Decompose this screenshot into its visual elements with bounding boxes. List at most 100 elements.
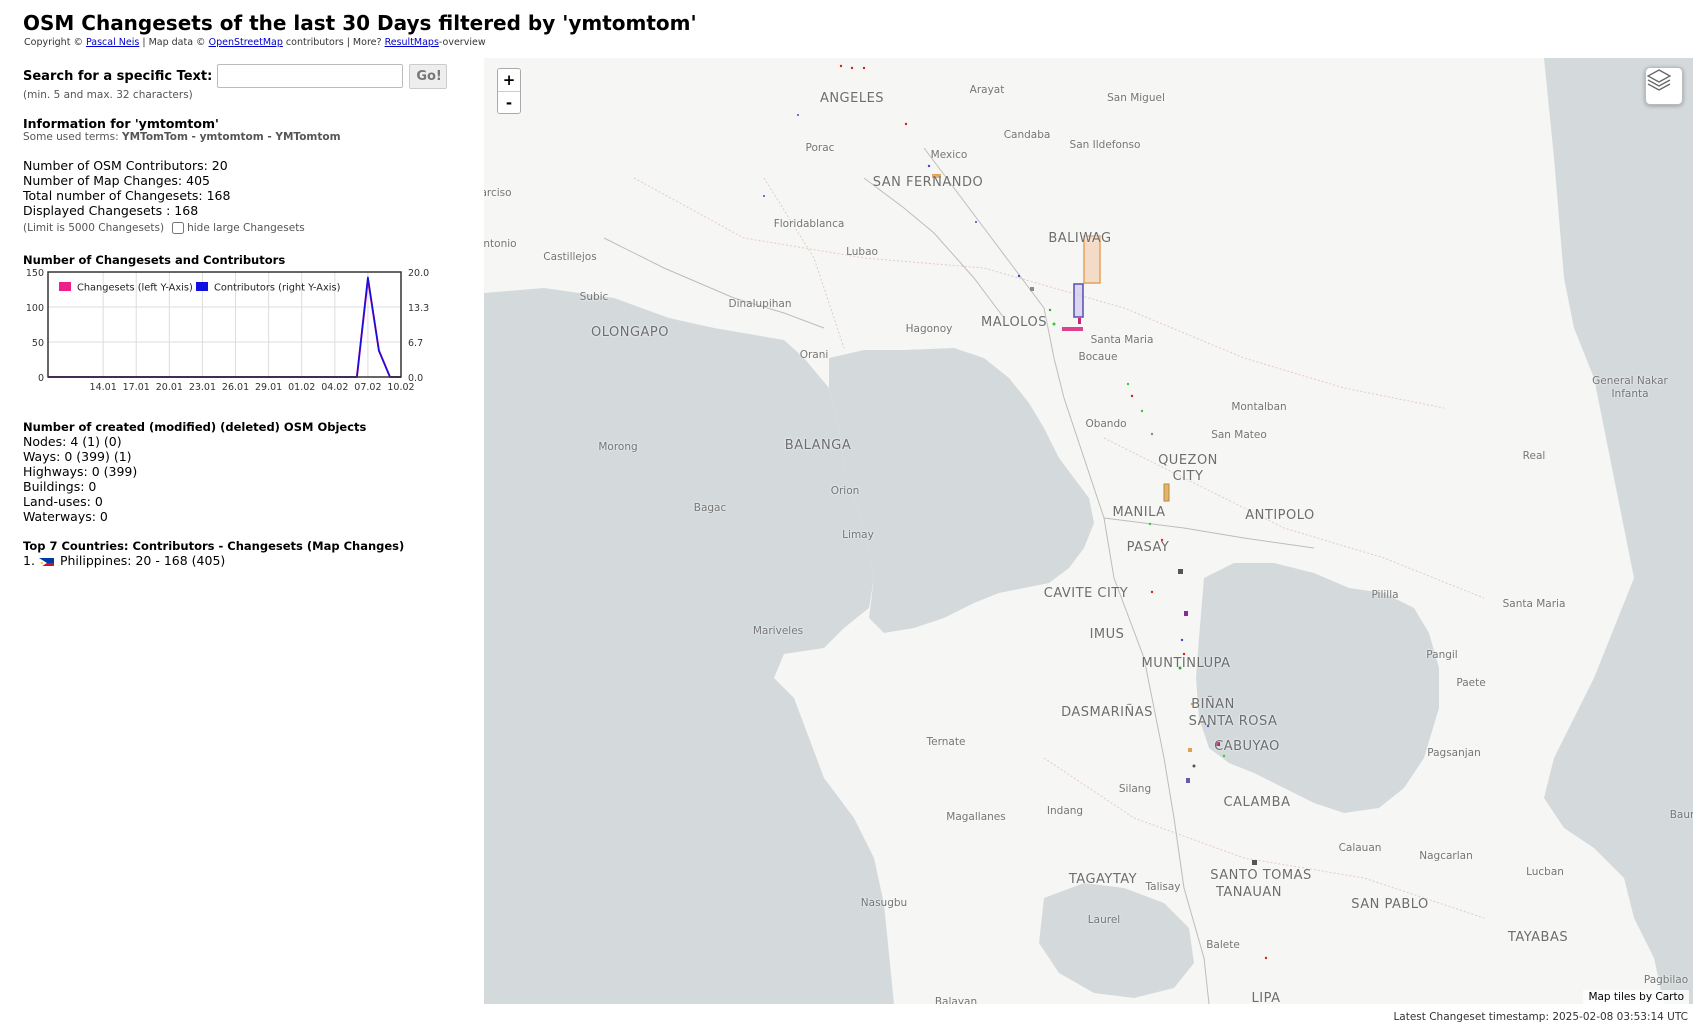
chart-left-tick-label: 50 (32, 338, 44, 349)
limit-text: (Limit is 5000 Changesets) (23, 222, 165, 234)
go-button[interactable]: Go! (409, 63, 448, 89)
map-label-lucban: Lucban (1526, 866, 1564, 878)
hide-large-label[interactable]: hide large Changesets (187, 222, 305, 234)
map-label-santo-tomas: SANTO TOMAS (1210, 868, 1312, 883)
map-label-pagbilao: Pagbilao (1643, 974, 1689, 986)
latest-timestamp: Latest Changeset timestamp: 2025-02-08 0… (1393, 1011, 1688, 1023)
legend-label-contributors: Contributors (right Y-Axis) (214, 283, 340, 294)
map-label-pililla: Pililla (1371, 589, 1399, 601)
map-label-lubao: Lubao (846, 246, 878, 258)
map-label-manila: MANILA (1112, 505, 1166, 520)
map-label-laurel: Laurel (1087, 914, 1121, 926)
map-attribution: Map tiles by Carto (1583, 990, 1689, 1004)
map-label-cabuyao: CABUYAO (1214, 739, 1280, 754)
map-label-calauan: Calauan (1338, 842, 1382, 854)
map-label-paete: Paete (1456, 677, 1486, 689)
chart-left-tick-label: 100 (26, 303, 44, 314)
chart-right-tick-label: 13.3 (408, 303, 429, 314)
chart-right-tick-label: 20.0 (408, 268, 429, 279)
search-input[interactable] (217, 64, 404, 88)
map-label-orion: Orion (830, 485, 860, 497)
legend-label-changesets: Changesets (left Y-Axis) (77, 283, 193, 294)
map-label-san-miguel: San Miguel (1107, 92, 1165, 104)
page-title: OSM Changesets of the last 30 Days filte… (23, 11, 697, 35)
map-label-quezon-city: QUEZON CITY (1158, 453, 1218, 484)
search-row: Search for a specific Text: Go! (23, 63, 448, 89)
zoom-out-button[interactable]: - (498, 91, 520, 113)
map-label-san-mateo: San Mateo (1211, 429, 1267, 441)
map-label-magallanes: Magallanes (946, 811, 1006, 823)
map-label-mariveles: Mariveles (752, 625, 804, 637)
layers-button[interactable] (1645, 67, 1683, 105)
countries-title: Top 7 Countries: Contributors - Changese… (23, 539, 405, 553)
map-label-ternate: Ternate (926, 736, 966, 748)
copyright-line: Copyright © Pascal Neis | Map data © Ope… (24, 37, 486, 48)
country-row: 1. Philippines: 20 - 168 (405) (23, 553, 225, 568)
map-label-montalban: Montalban (1231, 401, 1287, 413)
map-changes-count: Number of Map Changes: 405 (23, 173, 210, 188)
map-label-san-ildefonso: San Ildefonso (1069, 139, 1141, 151)
map-label-balanga: BALANGA (784, 438, 852, 453)
map-label-mexico: Mexico (930, 149, 968, 161)
map-label-muntinlupa: MUNTINLUPA (1141, 656, 1231, 671)
map-label-malolos: MALOLOS (981, 315, 1047, 330)
map-label-tagaytay: TAGAYTAY (1068, 872, 1138, 887)
chart-x-tick-label: 07.02 (354, 382, 381, 393)
search-hint: (min. 5 and max. 32 characters) (23, 89, 193, 101)
map-data-text: | Map data © (142, 37, 206, 48)
author-link[interactable]: Pascal Neis (86, 37, 139, 48)
objects-title: Number of created (modified) (deleted) O… (23, 420, 367, 434)
zoom-in-button[interactable]: + (498, 69, 520, 91)
waterways-count: Waterways: 0 (23, 509, 108, 524)
map-label-cavite-city: CAVITE CITY (1043, 586, 1129, 601)
overview-suffix: -overview (438, 37, 486, 48)
map-label-indang: Indang (1046, 805, 1084, 817)
map-label-silang: Silang (1118, 783, 1152, 795)
map-label-balete: Balete (1206, 939, 1240, 951)
zoom-control: + - (497, 68, 521, 114)
map-label-binan: BIÑAN (1191, 697, 1235, 712)
map-label-calamba: CALAMBA (1223, 795, 1291, 810)
map-label-lipa: LIPA (1251, 991, 1281, 1004)
info-title: Information for 'ymtomtom' (23, 116, 219, 131)
map-label-santa-maria: Santa Maria (1090, 334, 1154, 346)
map-view[interactable]: ANGELES Arayat San Miguel Porac Mexico C… (484, 58, 1693, 1004)
buildings-count: Buildings: 0 (23, 479, 97, 494)
map-label-santa-rosa: SANTA ROSA (1188, 714, 1278, 729)
map-basemap (484, 58, 1693, 1004)
chart-x-tick-label: 23.01 (189, 382, 216, 393)
map-label-balayan: Balayan (934, 996, 978, 1004)
stats-block: Number of OSM Contributors: 20 Number of… (23, 158, 230, 218)
terms-list: YMTomTom - ymtomtom - YMTomtom (122, 131, 341, 143)
highways-count: Highways: 0 (399) (23, 464, 138, 479)
legend-swatch-contributors (196, 282, 208, 291)
country-text: Philippines: 20 - 168 (405) (59, 553, 226, 568)
hide-large-checkbox[interactable] (172, 222, 185, 234)
map-label-castillejos: Castillejos (543, 251, 597, 263)
copyright-prefix: Copyright © (24, 37, 83, 48)
map-label-pagsanjan: Pagsanjan (1427, 747, 1481, 759)
layers-icon (1646, 69, 1672, 91)
map-label-pangil: Pangil (1426, 649, 1458, 661)
map-label-bagac: Bagac (693, 502, 727, 514)
legend-swatch-changesets (59, 282, 71, 291)
nodes-count: Nodes: 4 (1) (0) (23, 434, 122, 449)
map-label-dasmarinas: DASMARIÑAS (1061, 705, 1153, 720)
chart-x-tick-label: 20.01 (156, 382, 183, 393)
chart-x-tick-label: 26.01 (222, 382, 249, 393)
more-text: contributors | More? (285, 37, 382, 48)
map-label-limay: Limay (842, 529, 874, 541)
map-label-baur: Baur (1669, 809, 1693, 821)
ways-count: Ways: 0 (399) (1) (23, 449, 132, 464)
map-label-nasugbu: Nasugbu (860, 897, 908, 909)
search-label: Search for a specific Text: (23, 68, 213, 84)
chart-title: Number of Changesets and Contributors (23, 253, 286, 267)
resultmaps-link[interactable]: ResultMaps (385, 37, 439, 48)
osm-link[interactable]: OpenStreetMap (209, 37, 283, 48)
map-label-pasay: PASAY (1126, 540, 1170, 555)
map-label-morong: Morong (598, 441, 638, 453)
map-label-arciso: arciso (484, 187, 512, 199)
total-changesets-count: Total number of Changesets: 168 (23, 188, 231, 203)
chart-left-tick-label: 0 (38, 373, 44, 384)
map-label-floridablanca: Floridablanca (773, 218, 845, 230)
